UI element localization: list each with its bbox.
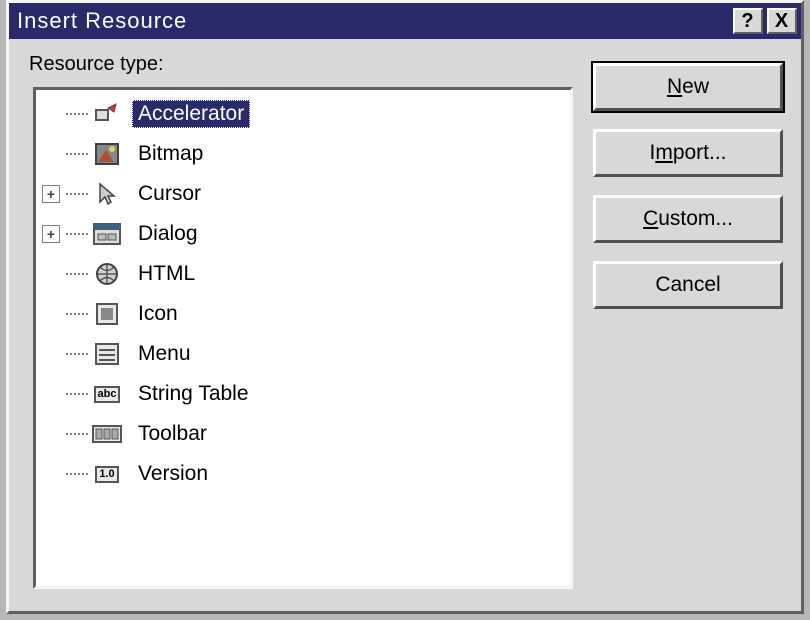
tree-item-label: Icon <box>132 300 184 328</box>
dialog-icon <box>92 220 122 248</box>
tree-item-label: Bitmap <box>132 140 209 168</box>
help-button[interactable]: ? <box>733 8 763 34</box>
close-button[interactable]: X <box>767 8 797 34</box>
accelerator-icon <box>92 100 122 128</box>
menu-icon <box>92 340 122 368</box>
version-icon: 1.0 <box>92 460 122 488</box>
stringtable-icon: abc <box>92 380 122 408</box>
dialog-buttons: New Import... Custom... Cancel <box>593 63 783 309</box>
tree-item-cursor[interactable]: + Cursor <box>42 174 564 214</box>
tree-item-version[interactable]: 1.0 Version <box>42 454 564 494</box>
html-icon <box>92 260 122 288</box>
tree-item-label: Accelerator <box>132 100 250 128</box>
expander-plus-icon[interactable]: + <box>42 225 60 243</box>
new-button[interactable]: New <box>593 63 783 111</box>
tree-item-menu[interactable]: Menu <box>42 334 564 374</box>
cancel-button[interactable]: Cancel <box>593 261 783 309</box>
bitmap-icon <box>92 140 122 168</box>
toolbar-icon <box>92 420 122 448</box>
close-icon: X <box>775 10 789 33</box>
icon-icon <box>92 300 122 328</box>
expander-plus-icon[interactable]: + <box>42 185 60 203</box>
custom-button[interactable]: Custom... <box>593 195 783 243</box>
tree-item-icon[interactable]: Icon <box>42 294 564 334</box>
tree-item-html[interactable]: HTML <box>42 254 564 294</box>
tree-item-dialog[interactable]: + Dialog <box>42 214 564 254</box>
titlebar-buttons: ? X <box>733 8 797 34</box>
tree-item-toolbar[interactable]: Toolbar <box>42 414 564 454</box>
client-area: Resource type: Accelerator <box>9 39 801 611</box>
tree-item-label: Cursor <box>132 180 207 208</box>
insert-resource-dialog: Insert Resource ? X Resource type: <box>6 0 804 614</box>
tree-item-bitmap[interactable]: Bitmap <box>42 134 564 174</box>
cursor-icon <box>92 180 122 208</box>
tree-item-label: String Table <box>132 380 255 408</box>
tree-item-label: HTML <box>132 260 201 288</box>
tree-item-label: Dialog <box>132 220 204 248</box>
dialog-title: Insert Resource <box>17 8 733 34</box>
tree-item-label: Menu <box>132 340 197 368</box>
help-icon: ? <box>741 10 754 33</box>
tree-item-label: Version <box>132 460 214 488</box>
resource-type-tree[interactable]: Accelerator Bitmap + <box>33 87 573 589</box>
titlebar: Insert Resource ? X <box>9 3 801 39</box>
tree-item-label: Toolbar <box>132 420 213 448</box>
import-button[interactable]: Import... <box>593 129 783 177</box>
tree-item-stringtable[interactable]: abc String Table <box>42 374 564 414</box>
tree-item-accelerator[interactable]: Accelerator <box>42 94 564 134</box>
